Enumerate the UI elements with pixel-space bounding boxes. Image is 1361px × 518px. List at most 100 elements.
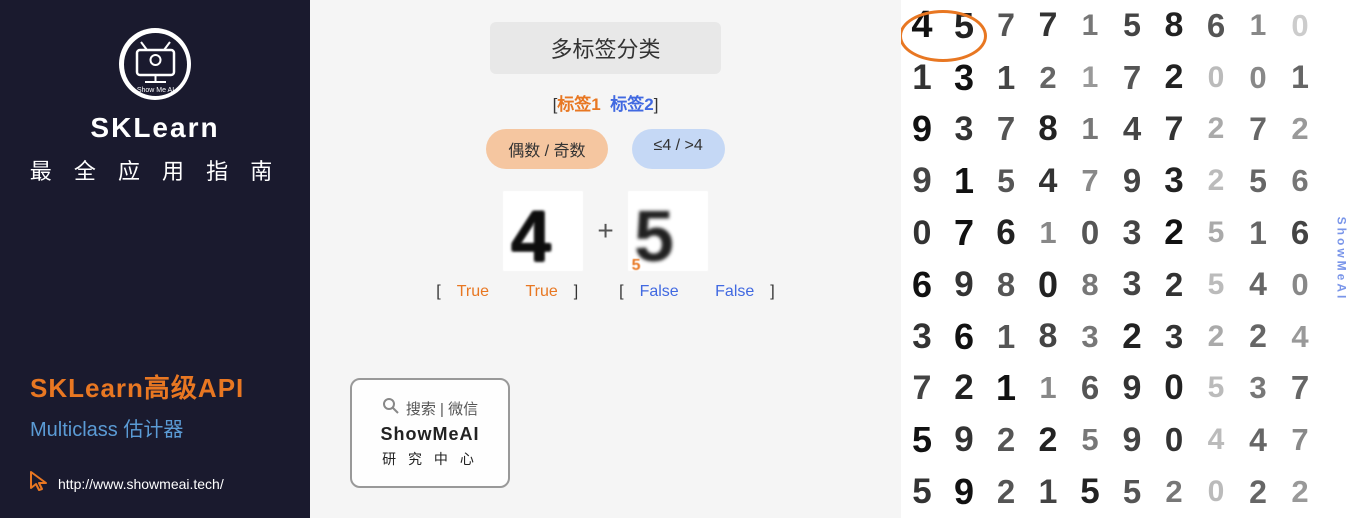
mnist-cell: 2	[1279, 104, 1321, 156]
result2-false1: False	[640, 283, 679, 301]
result2-suffix: ]	[770, 283, 774, 301]
mnist-cell: 2	[1195, 155, 1237, 207]
mnist-cell: 0	[1279, 259, 1321, 311]
search-wm-top: 搜索 | 微信	[382, 397, 478, 420]
mnist-cell: 3	[1153, 155, 1195, 207]
mnist-cell: 6	[943, 311, 985, 363]
result-row: [ True True ] [ False False ]	[436, 283, 774, 301]
mnist-cell: 0	[1279, 0, 1321, 52]
mnist-row-4: 0 7 6 1 0 3 2 5 1 6	[901, 207, 1321, 259]
mnist-row-6: 3 6 1 8 3 2 3 2 2 4	[901, 311, 1321, 363]
mnist-cell: 7	[985, 0, 1027, 52]
mnist-cell: 4	[1237, 259, 1279, 311]
mnist-cell: 1	[943, 155, 985, 207]
mnist-cell: 2	[1237, 466, 1279, 518]
mnist-cell: 1	[1279, 52, 1321, 104]
mnist-cell: 3	[1153, 311, 1195, 363]
tag-space	[601, 95, 610, 114]
digit-4-image: 4 4 4	[503, 191, 583, 271]
mnist-cell: 3	[1111, 207, 1153, 259]
label-le-gt: ≤4 / >4	[632, 129, 725, 169]
mnist-cell: 9	[1111, 414, 1153, 466]
mnist-cell: 9	[943, 466, 985, 518]
tag1: 标签1	[557, 95, 600, 114]
result2-false2: False	[715, 283, 754, 301]
cursor-icon	[28, 470, 50, 492]
mnist-cell: 5	[1195, 259, 1237, 311]
mnist-cell: 7	[943, 207, 985, 259]
mnist-cell: 5	[1195, 363, 1237, 415]
mnist-cell: 2	[1195, 104, 1237, 156]
mnist-cell: 8	[1027, 311, 1069, 363]
section-title: 多标签分类	[490, 22, 720, 74]
result2-space	[695, 283, 699, 301]
labels-row: 偶数 / 奇数 ≤4 / >4	[486, 129, 725, 169]
brand-title: SKLearn	[90, 112, 219, 144]
tag2: 标签2	[610, 95, 653, 114]
mnist-row-5: 6 9 8 0 8 3 2 5 4 0	[901, 259, 1321, 311]
result1-space	[505, 283, 509, 301]
mnist-cell: 7	[1279, 363, 1321, 415]
mnist-cell: 1	[1237, 207, 1279, 259]
right-watermark: ShowMeAI	[1321, 0, 1361, 518]
mnist-cell: 5	[1237, 155, 1279, 207]
mnist-cell: 2	[985, 414, 1027, 466]
mnist-cell: 2	[1153, 207, 1195, 259]
mnist-cell: 0	[901, 207, 943, 259]
mnist-cell: 6	[1279, 207, 1321, 259]
result1-true2: True	[525, 283, 557, 301]
mnist-cell: 0	[1237, 52, 1279, 104]
svg-text:Show Me AI: Show Me AI	[136, 87, 173, 94]
mnist-cell: 6	[1279, 155, 1321, 207]
mnist-row-9: 5 9 2 1 5 5 2 0 2 2	[901, 466, 1321, 518]
logo-svg: Show Me AI	[123, 32, 188, 97]
mnist-cell: 3	[1237, 363, 1279, 415]
mnist-cell: 9	[901, 104, 943, 156]
mnist-cell: 6	[901, 259, 943, 311]
mnist-cell: 1	[1069, 104, 1111, 156]
mnist-cell: 8	[1069, 259, 1111, 311]
mnist-cell: 2	[1279, 466, 1321, 518]
mnist-cell: 2	[1027, 52, 1069, 104]
left-panel: Show Me AI SKLearn 最 全 应 用 指 南 SKLearn高级…	[0, 0, 310, 518]
plus-sign: +	[593, 215, 617, 247]
mnist-cell: 0	[1195, 52, 1237, 104]
mnist-cell: 3	[1069, 311, 1111, 363]
mnist-cell: 6	[1195, 0, 1237, 52]
mnist-cell: 2	[943, 363, 985, 415]
mnist-cell: 0	[1195, 466, 1237, 518]
mnist-cell: 0	[1153, 363, 1195, 415]
digit-5-image: 5 5	[628, 191, 708, 271]
mnist-cell: 9	[1111, 155, 1153, 207]
mnist-row-0: 4 5 7 7 1 5 8 6 1 0	[901, 0, 1321, 52]
mnist-cell: 6	[985, 207, 1027, 259]
mnist-cell: 4	[1279, 311, 1321, 363]
mnist-cell: 5	[943, 0, 985, 52]
sub-title: Multiclass 估计器	[20, 413, 183, 442]
mnist-cell: 9	[901, 155, 943, 207]
mnist-cell: 4	[1195, 414, 1237, 466]
mnist-cell: 4	[1027, 155, 1069, 207]
label-even-odd: 偶数 / 奇数	[486, 129, 607, 169]
mnist-cell: 2	[1153, 259, 1195, 311]
mnist-cell: 2	[1153, 466, 1195, 518]
mnist-cell: 1	[1237, 0, 1279, 52]
mnist-cell: 8	[1027, 104, 1069, 156]
mnist-cell: 4	[1237, 414, 1279, 466]
link-text: http://www.showmeai.tech/	[58, 476, 224, 492]
mnist-cell: 2	[1027, 414, 1069, 466]
link-icon	[28, 470, 50, 498]
mnist-cell: 1	[1027, 466, 1069, 518]
mnist-cell: 7	[1111, 52, 1153, 104]
mnist-cell: 7	[1279, 414, 1321, 466]
right-panel: 4 5 7 7 1 5 8 6 1 0 1 3 1 2 1 7 2 0 0 1 …	[901, 0, 1361, 518]
mnist-cell: 5	[1195, 207, 1237, 259]
mnist-cell: 4	[1111, 104, 1153, 156]
mnist-cell: 4	[901, 0, 943, 52]
mnist-cell: 0	[1153, 414, 1195, 466]
mnist-row-7: 7 2 1 1 6 9 0 5 3 7	[901, 363, 1321, 415]
mnist-cell: 5	[901, 414, 943, 466]
mnist-cell: 5	[1069, 414, 1111, 466]
mnist-cell: 7	[1237, 104, 1279, 156]
images-row: 4 4 4 + 5 5	[503, 191, 707, 271]
